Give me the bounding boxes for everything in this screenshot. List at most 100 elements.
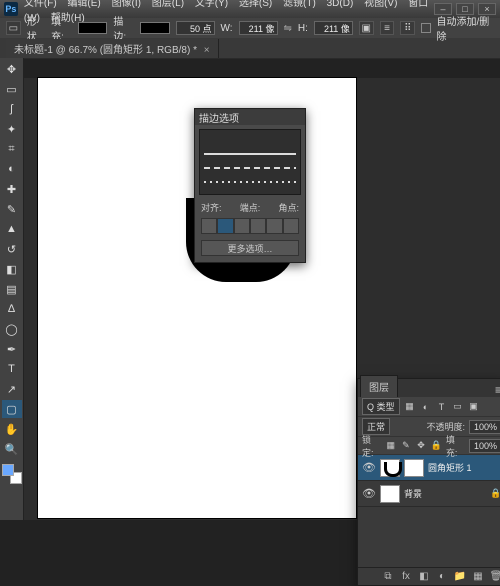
cap-round[interactable] [250,218,266,234]
lock-position-icon[interactable]: ✥ [415,440,426,452]
menu-3d[interactable]: 3D(D) [327,0,354,9]
cap-butt[interactable] [234,218,250,234]
crop-tool[interactable]: ⌗ [2,140,22,158]
lock-transparency-icon[interactable]: ▦ [385,440,396,452]
layer-thumb[interactable] [380,459,400,477]
layer-name-bg[interactable]: 背景 [404,487,422,500]
fill-label-panel: 填充: [446,433,465,459]
document-tab[interactable]: 未标题-1 @ 66.7% (圆角矩形 1, RGB/8) * × [6,39,219,58]
lock-label: 锁定: [362,433,381,459]
tab-layers[interactable]: 图层 [360,375,398,397]
width-field[interactable]: 211 像 [239,21,278,35]
pen-tool[interactable]: ✒ [2,340,22,358]
filter-smart-icon[interactable]: ▣ [468,401,480,413]
layer-row-shape[interactable]: 👁 圆角矩形 1 [358,455,500,481]
layer-name[interactable]: 圆角矩形 1 [428,461,472,474]
document-tab-close[interactable]: × [204,45,210,56]
filter-adjust-icon[interactable]: ◐ [420,401,432,413]
caps-label: 端点: [240,201,261,214]
h-label: H: [298,23,308,34]
dodge-tool[interactable]: ◯ [2,320,22,338]
layer-mask-thumb[interactable] [404,459,424,477]
foreground-background-swatch[interactable] [2,464,22,484]
hand-tool[interactable]: ✋ [2,420,22,438]
stroke-style-list[interactable] [199,129,301,195]
fill-swatch[interactable] [78,22,107,34]
layers-panel: 图层 ≡ Q 类型 ▦ ◐ T ▭ ▣ 正常 不透明度: 100% 锁定: ▦ … [357,378,500,586]
layer-filter-kind[interactable]: Q 类型 [362,398,400,415]
stamp-tool[interactable]: ▲ [2,220,22,238]
panel-menu-icon[interactable]: ≡ [491,383,500,397]
menu-image[interactable]: 图像(I) [112,0,141,9]
filter-pixel-icon[interactable]: ▦ [404,401,416,413]
filter-type-icon[interactable]: T [436,401,448,413]
layers-list: 👁 圆角矩形 1 👁 背景 🔒 [358,455,500,567]
app-badge: Ps [4,2,18,16]
eyedropper-tool[interactable]: ◐ [2,160,22,178]
menu-select[interactable]: 选择(S) [239,0,272,9]
move-tool[interactable]: ✥ [2,60,22,78]
align-label: 对齐: [201,201,222,214]
opacity-value[interactable]: 100% [469,420,500,434]
new-layer-icon[interactable]: ▦ [472,571,484,583]
lock-all-icon[interactable]: 🔒 [431,440,442,452]
more-options-button[interactable]: 更多选项… [201,240,299,256]
layer-row-background[interactable]: 👁 背景 🔒 [358,481,500,507]
filter-shape-icon[interactable]: ▭ [452,401,464,413]
shape-tool-icon[interactable]: ▭ [6,21,21,35]
eraser-tool[interactable]: ◧ [2,260,22,278]
align-inside[interactable] [201,218,217,234]
path-select-tool[interactable]: ↗ [2,380,22,398]
pathops-icon[interactable]: ▣ [359,21,374,35]
delete-layer-icon[interactable]: 🗑 [490,571,500,583]
bg-lock-icon: 🔒 [490,488,500,500]
gradient-tool[interactable]: ▤ [2,280,22,298]
stroke-style-none[interactable] [204,136,296,144]
corners-label: 角点: [278,201,299,214]
wand-tool[interactable]: ✦ [2,120,22,138]
stroke-width-field[interactable]: 50 点 [176,21,215,35]
layer-thumb-bg[interactable] [380,485,400,503]
auto-add-delete-check[interactable] [421,23,430,33]
layers-panel-footer: ⧉ fx ◧ ◐ 📁 ▦ 🗑 [358,567,500,585]
menu-filter[interactable]: 滤镜(T) [283,0,316,9]
arrange-icon[interactable]: ⠿ [400,21,415,35]
link-layers-icon[interactable]: ⧉ [382,571,394,583]
auto-add-delete-label: 自动添加/删除 [437,13,494,43]
opacity-label: 不透明度: [426,420,465,433]
lock-pixels-icon[interactable]: ✎ [400,440,411,452]
align-icon[interactable]: ≡ [380,21,395,35]
menu-view[interactable]: 视图(V) [364,0,397,9]
menu-layer[interactable]: 图层(L) [152,0,184,9]
align-center[interactable] [217,218,233,234]
menu-type[interactable]: 文字(Y) [195,0,228,9]
stroke-style-solid[interactable] [204,150,296,158]
heal-tool[interactable]: ✚ [2,180,22,198]
adjustment-icon[interactable]: ◐ [436,571,448,583]
document-tab-label: 未标题-1 @ 66.7% (圆角矩形 1, RGB/8) * [14,45,197,56]
visibility-toggle[interactable]: 👁 [362,461,376,474]
shape-tool[interactable]: ▢ [2,400,22,418]
stroke-style-dotted[interactable] [204,178,296,186]
height-field[interactable]: 211 像 [314,21,353,35]
corner-miter[interactable] [266,218,282,234]
visibility-toggle-bg[interactable]: 👁 [362,487,376,500]
blur-tool[interactable]: ∆ [2,300,22,318]
menu-edit[interactable]: 编辑(E) [67,0,100,9]
stroke-style-dashed[interactable] [204,164,296,172]
mask-icon[interactable]: ◧ [418,571,430,583]
fx-icon[interactable]: fx [400,571,412,583]
type-tool[interactable]: T [2,360,22,378]
group-icon[interactable]: 📁 [454,571,466,583]
marquee-tool[interactable]: ▭ [2,80,22,98]
history-brush-tool[interactable]: ↺ [2,240,22,258]
foreground-color[interactable] [2,464,14,476]
fill-value[interactable]: 100% [469,439,500,453]
workspace: ↖ 描边选项 对齐: 端点: 角点: 更多选项… 图层 [24,78,500,520]
brush-tool[interactable]: ✎ [2,200,22,218]
corner-round[interactable] [283,218,299,234]
lasso-tool[interactable]: ʃ [2,100,22,118]
stroke-swatch[interactable] [140,22,169,34]
zoom-tool[interactable]: 🔍 [2,440,22,458]
menu-file[interactable]: 文件(F) [24,0,57,9]
